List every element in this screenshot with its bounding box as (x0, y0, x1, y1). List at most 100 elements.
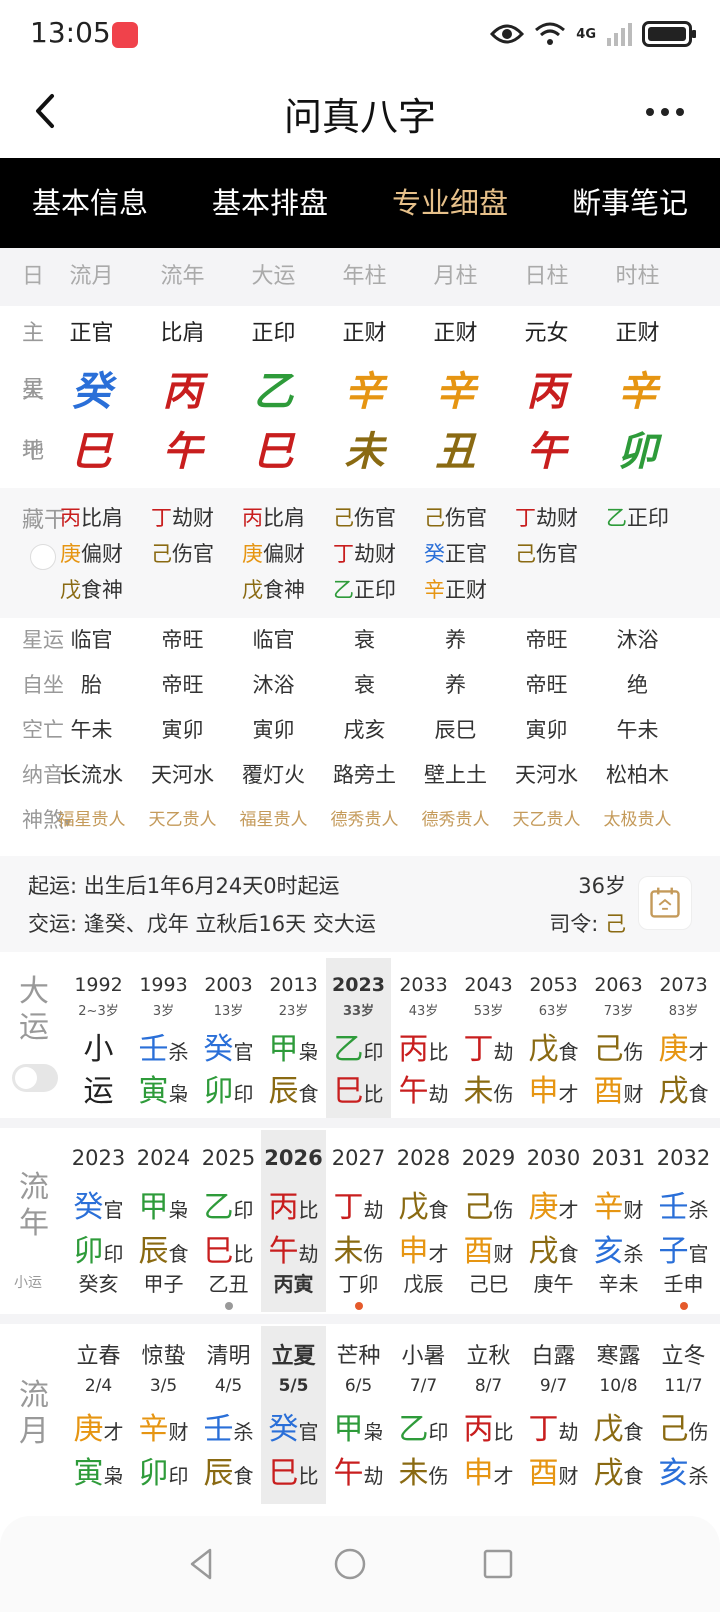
liunian-year: 2023 (71, 1146, 126, 1170)
dayun-age: 13岁 (213, 1004, 244, 1019)
liuyue-column[interactable]: 立夏 5/5 癸官 巳比 (261, 1326, 326, 1504)
info-cell: 绝 (627, 673, 648, 697)
liuyue-column[interactable]: 立冬 11/7 己伤 亥杀 (651, 1326, 716, 1504)
liunian-stem-star: 伤 (493, 1198, 514, 1222)
info-cell: 午未 (70, 718, 113, 742)
liunian-column[interactable]: 2025 乙印 巳比 乙丑 (196, 1130, 261, 1312)
info-cell: 壁上土 (424, 763, 487, 787)
liunian-stem-char: 乙 (203, 1190, 234, 1225)
liunian-branch-star: 比 (233, 1242, 254, 1266)
dayun-branch-star: 财 (623, 1082, 644, 1106)
shensha-cell[interactable]: 德秀贵人 (319, 798, 410, 846)
canggan-star: 正印 (627, 506, 669, 530)
dayun-column[interactable]: 1993 3岁 壬杀 寅枭 (131, 958, 196, 1118)
dayun-column[interactable]: 1992 2~3岁小运 (66, 958, 131, 1118)
dayun-column[interactable]: 2013 23岁 甲枭 辰食 (261, 958, 326, 1118)
shensha-cell[interactable]: 福星贵人 (228, 798, 319, 846)
dayun-column[interactable]: 2053 63岁 戊食 申才 (521, 958, 586, 1118)
dayun-age: 83岁 (668, 1004, 699, 1019)
dayun-branch-char: 辰 (268, 1074, 299, 1109)
liuyue-column[interactable]: 清明 4/5 壬杀 辰食 (196, 1326, 261, 1504)
liunian-branch: 辰食 (131, 1226, 196, 1270)
liunian-column[interactable]: 2023 癸官 卯印 癸亥 (66, 1130, 131, 1312)
canggan-column: 丁劫财 己伤官 (137, 500, 228, 608)
tab-basic-info[interactable]: 基本信息 (0, 158, 180, 248)
more-dots-icon[interactable] (640, 92, 690, 132)
nav-recents-icon[interactable] (480, 1546, 516, 1582)
info-cell: 养 (445, 673, 466, 697)
liunian-column[interactable]: 2030 庚才 戌食 庚午 (521, 1130, 586, 1312)
row-label: 自坐 (22, 673, 64, 697)
liunian-column[interactable]: 2032 壬杀 子官 壬申 (651, 1130, 716, 1312)
dayun-section: 大运 1992 2~3岁小运 1993 3岁 壬杀 寅枭 2003 13岁 癸官 卯印 2013 23… (0, 958, 720, 1118)
info-cell: 胎 (81, 673, 102, 697)
liunian-column[interactable]: 2026 丙比 午劫 丙寅 (261, 1130, 326, 1312)
liuyue-column[interactable]: 立春 2/4 庚才 寅枭 (66, 1326, 131, 1504)
canggan-column: 乙正印 (592, 500, 683, 608)
liunian-column[interactable]: 2028 戊食 申才 戊辰 (391, 1130, 456, 1312)
dayun-column[interactable]: 2073 83岁 庚才 戌食 (651, 958, 716, 1118)
dayun-year: 2063 (594, 974, 643, 996)
liunian-stem-char: 甲 (138, 1190, 169, 1225)
shensha-cell[interactable]: 天乙贵人 (501, 798, 592, 846)
liuyue-branch-char: 申 (463, 1456, 494, 1491)
info-cell: 路旁土 (333, 763, 396, 787)
liunian-column[interactable]: 2027 丁劫 未伤 丁卯 (326, 1130, 391, 1312)
liunian-branch-star: 杀 (623, 1242, 644, 1266)
liuyue-stem-char: 丁 (528, 1412, 559, 1447)
dayun-column[interactable]: 2023 33岁 乙印 巳比 (326, 958, 391, 1118)
dayun-branch-star: 食 (298, 1082, 319, 1106)
liunian-column[interactable]: 2031 辛财 亥杀 辛未 (586, 1130, 651, 1312)
liuyue-branch: 戌食 (586, 1448, 651, 1492)
liunian-branch-star: 印 (103, 1242, 124, 1266)
dayun-column[interactable]: 2043 53岁 丁劫 未伤 (456, 958, 521, 1118)
shensha-label-wrap[interactable]: 神煞▾ (0, 798, 71, 846)
dayun-year: 2043 (464, 974, 513, 996)
tab-basic-chart[interactable]: 基本排盘 (180, 158, 360, 248)
liunian-stem: 甲枭 (131, 1182, 196, 1226)
dayun-stem-star: 印 (363, 1040, 384, 1064)
liuyue-column[interactable]: 芒种 6/5 甲枭 午劫 (326, 1326, 391, 1504)
liunian-branch-char: 午 (268, 1234, 299, 1269)
info-row: 自坐胎 帝旺 沐浴 衰 养 帝旺 绝 (0, 663, 720, 708)
shensha-cell[interactable]: 福星贵人 (46, 798, 137, 846)
shensha-cell[interactable]: 太极贵人 (592, 798, 683, 846)
calendar-icon[interactable] (638, 876, 692, 930)
status-bar: 13:05 4G (0, 0, 720, 66)
dayun-column[interactable]: 2033 43岁 丙比 午劫 (391, 958, 456, 1118)
canggan-item: 癸正官 (410, 536, 501, 572)
liunian-year: 2030 (526, 1146, 581, 1170)
wifi-icon (535, 22, 566, 45)
liunian-branch-char: 未 (333, 1234, 364, 1269)
dayun-column[interactable]: 2003 13岁 癸官 卯印 (196, 958, 261, 1118)
liunian-column[interactable]: 2029 己伤 酉财 己巳 (456, 1130, 521, 1312)
xiaoyun-toggle[interactable] (12, 1064, 58, 1092)
liunian-branch-char: 卯 (73, 1234, 104, 1269)
liuyue-column[interactable]: 小暑 7/7 乙印 未伤 (391, 1326, 456, 1504)
dayun-column[interactable]: 2063 73岁 己伤 酉财 (586, 958, 651, 1118)
liunian-year: 2024 (136, 1146, 191, 1170)
tab-notes[interactable]: 断事笔记 (540, 158, 720, 248)
info-cell: 戌亥 (343, 718, 386, 742)
liuyue-stem-star: 比 (493, 1420, 514, 1444)
liunian-year: 2025 (201, 1146, 256, 1170)
siling-value: 己 (605, 912, 626, 936)
nav-home-icon[interactable] (332, 1546, 368, 1582)
dayun-stem: 小 (66, 1024, 131, 1068)
dayun-stem: 丁劫 (456, 1024, 521, 1068)
shensha-cell[interactable]: 德秀贵人 (410, 798, 501, 846)
liunian-stem-char: 庚 (528, 1190, 559, 1225)
liunian-column[interactable]: 2024 甲枭 辰食 甲子 (131, 1130, 196, 1312)
dayun-branch-char: 未 (463, 1074, 494, 1109)
liuyue-column[interactable]: 立秋 8/7 丙比 申才 (456, 1326, 521, 1504)
liunian-branch: 卯印 (66, 1226, 131, 1270)
nav-back-icon[interactable] (184, 1546, 220, 1582)
shensha-cell[interactable]: 天乙贵人 (137, 798, 228, 846)
liuyue-branch: 酉财 (521, 1448, 586, 1492)
liuyue-column[interactable]: 寒露 10/8 戊食 戌食 (586, 1326, 651, 1504)
liuyue-column[interactable]: 惊蛰 3/5 辛财 卯印 (131, 1326, 196, 1504)
liunian-branch-star: 劫 (298, 1242, 319, 1266)
canggan-stem: 己 (333, 506, 354, 530)
tab-pro-chart[interactable]: 专业细盘 (360, 158, 540, 248)
liuyue-column[interactable]: 白露 9/7 丁劫 酉财 (521, 1326, 586, 1504)
